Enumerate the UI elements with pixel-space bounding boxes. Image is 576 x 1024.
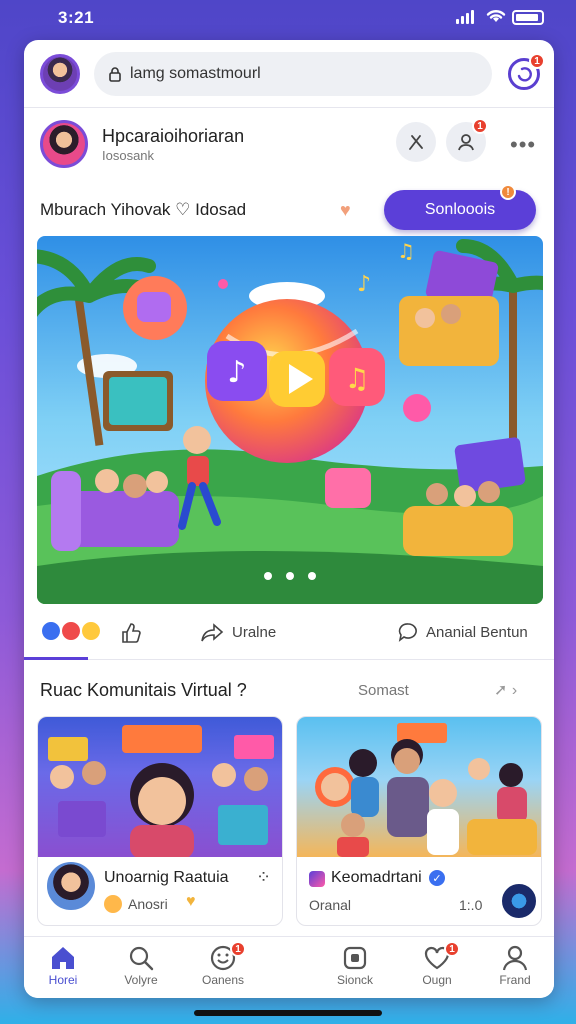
profile-avatar[interactable]: [40, 54, 80, 94]
nav-media-label: Sionck: [336, 973, 374, 987]
post-header: Hpcaraioihoriaran Iososank 1 •••: [24, 108, 554, 182]
community-card-menu-icon[interactable]: ⁘: [256, 867, 271, 888]
post-actions: Uralne Ananial Bentun: [24, 608, 554, 660]
community-card-title: Keomadrtani: [331, 869, 422, 886]
svg-text:♫: ♫: [344, 362, 369, 395]
status-time: 3:21: [58, 8, 95, 27]
nav-messages-label: Ougn: [422, 973, 452, 987]
share-label: Uralne: [232, 623, 277, 641]
community-card-image: [297, 717, 541, 857]
lock-icon: [109, 67, 121, 82]
thumbs-up-icon: [122, 623, 141, 643]
community-card-heart-icon: ♥: [186, 893, 196, 910]
share-button[interactable]: Uralne: [200, 622, 276, 642]
user-add-icon: [458, 134, 474, 151]
person-icon: [502, 945, 528, 971]
community-card-avatar[interactable]: [499, 881, 539, 921]
primary-action-badge: !: [500, 184, 516, 200]
nav-profile[interactable]: Frand: [480, 943, 550, 987]
comment-button[interactable]: Ananial Bentun: [398, 622, 528, 642]
signal-icon: [456, 10, 474, 24]
comment-icon: [398, 623, 417, 642]
nav-reactions-label: Oanens: [201, 973, 245, 987]
search-icon: [129, 946, 154, 971]
community-card-app-icon: [309, 871, 325, 887]
section-arrow-icon[interactable]: ➚ ›: [494, 680, 517, 700]
author-avatar[interactable]: [40, 120, 88, 168]
svg-text:♫: ♫: [397, 239, 415, 263]
wifi-icon: [486, 10, 506, 22]
tools-icon: [409, 135, 423, 150]
nav-profile-label: Frand: [499, 973, 531, 987]
nav-media[interactable]: Sionck: [320, 943, 390, 987]
verified-icon: ✓: [429, 870, 445, 886]
section-see-all-link[interactable]: Somast: [358, 682, 409, 699]
author-subtitle: Iososank: [102, 148, 155, 163]
community-card-avatar[interactable]: [44, 859, 98, 913]
community-illustration: [48, 725, 274, 859]
nav-messages-badge: 1: [444, 941, 460, 957]
notification-badge: 1: [529, 53, 545, 69]
community-card-title: Unoarnig Raatuia: [104, 869, 229, 886]
carousel-dot[interactable]: [286, 572, 294, 580]
hero-illustration: ♪ ♫ ♪ ♫: [37, 236, 543, 604]
love-reaction-icon: [60, 620, 82, 642]
nav-search[interactable]: Volyre: [106, 943, 176, 987]
like-reaction-icon: [40, 620, 62, 642]
svg-text:♪: ♪: [357, 272, 371, 297]
section-title: Ruac Komunitais Virtual ?: [40, 680, 247, 700]
user-action-badge: 1: [472, 118, 488, 134]
heart-icon[interactable]: ♥: [340, 200, 351, 221]
battery-icon: [512, 10, 544, 25]
community-card[interactable]: Unoarnig Raatuia ⁘ Anosri ♥: [37, 716, 283, 926]
community-card-meta: 1:.0: [459, 897, 483, 913]
share-icon: [201, 623, 224, 642]
search-placeholder: lamg somastmourl: [130, 65, 261, 82]
nav-messages[interactable]: 1 Ougn: [402, 941, 472, 987]
search-input[interactable]: lamg somastmourl: [94, 52, 492, 96]
top-bar: lamg somastmourl 1: [24, 40, 554, 108]
user-action-button[interactable]: 1: [446, 118, 488, 162]
notification-button[interactable]: 1: [508, 53, 545, 90]
home-icon: [52, 947, 74, 969]
more-options-icon[interactable]: •••: [510, 132, 536, 158]
primary-action-button[interactable]: Sonlooois !: [384, 184, 536, 230]
carousel-dot[interactable]: [308, 572, 316, 580]
nav-home-label: Horei: [48, 973, 78, 987]
wow-reaction-icon: [80, 620, 102, 642]
community-card[interactable]: Keomadrtani ✓ Oranal 1:.0: [296, 716, 542, 926]
nav-home[interactable]: Horei: [28, 943, 98, 987]
app-card: lamg somastmourl 1 Hpcaraioihoriaran Ios…: [24, 40, 554, 998]
active-tab-indicator: [24, 657, 88, 660]
status-bar: 3:21: [0, 0, 576, 36]
primary-action-label: Sonlooois: [424, 201, 496, 218]
community-card-image: [38, 717, 282, 859]
community-card-reaction-icon: [104, 895, 122, 913]
post-caption: Mburach Yihovak ♡ Idosad: [40, 200, 247, 219]
family-illustration: [315, 723, 537, 857]
carousel-dots[interactable]: [37, 572, 543, 580]
community-card-subtitle: Anosri: [128, 896, 168, 912]
community-card-subtitle: Oranal: [309, 897, 352, 913]
nav-search-label: Volyre: [124, 973, 158, 987]
media-icon: [343, 946, 367, 970]
reactions[interactable]: [40, 620, 102, 642]
svg-text:♪: ♪: [227, 355, 246, 390]
author-name[interactable]: Hpcaraioihoriaran: [102, 126, 244, 147]
bottom-navigation: Horei Volyre 1 Oanens Sionck 1 Ougn Fran…: [24, 936, 554, 998]
nav-reactions[interactable]: 1 Oanens: [188, 941, 258, 987]
tools-button[interactable]: [396, 122, 436, 162]
carousel-dot[interactable]: [264, 572, 272, 580]
home-indicator: [194, 1010, 382, 1016]
like-button[interactable]: [120, 622, 142, 644]
comment-label: Ananial Bentun: [426, 623, 528, 641]
nav-reactions-badge: 1: [230, 941, 246, 957]
post-image[interactable]: ♪ ♫ ♪ ♫: [37, 236, 543, 604]
